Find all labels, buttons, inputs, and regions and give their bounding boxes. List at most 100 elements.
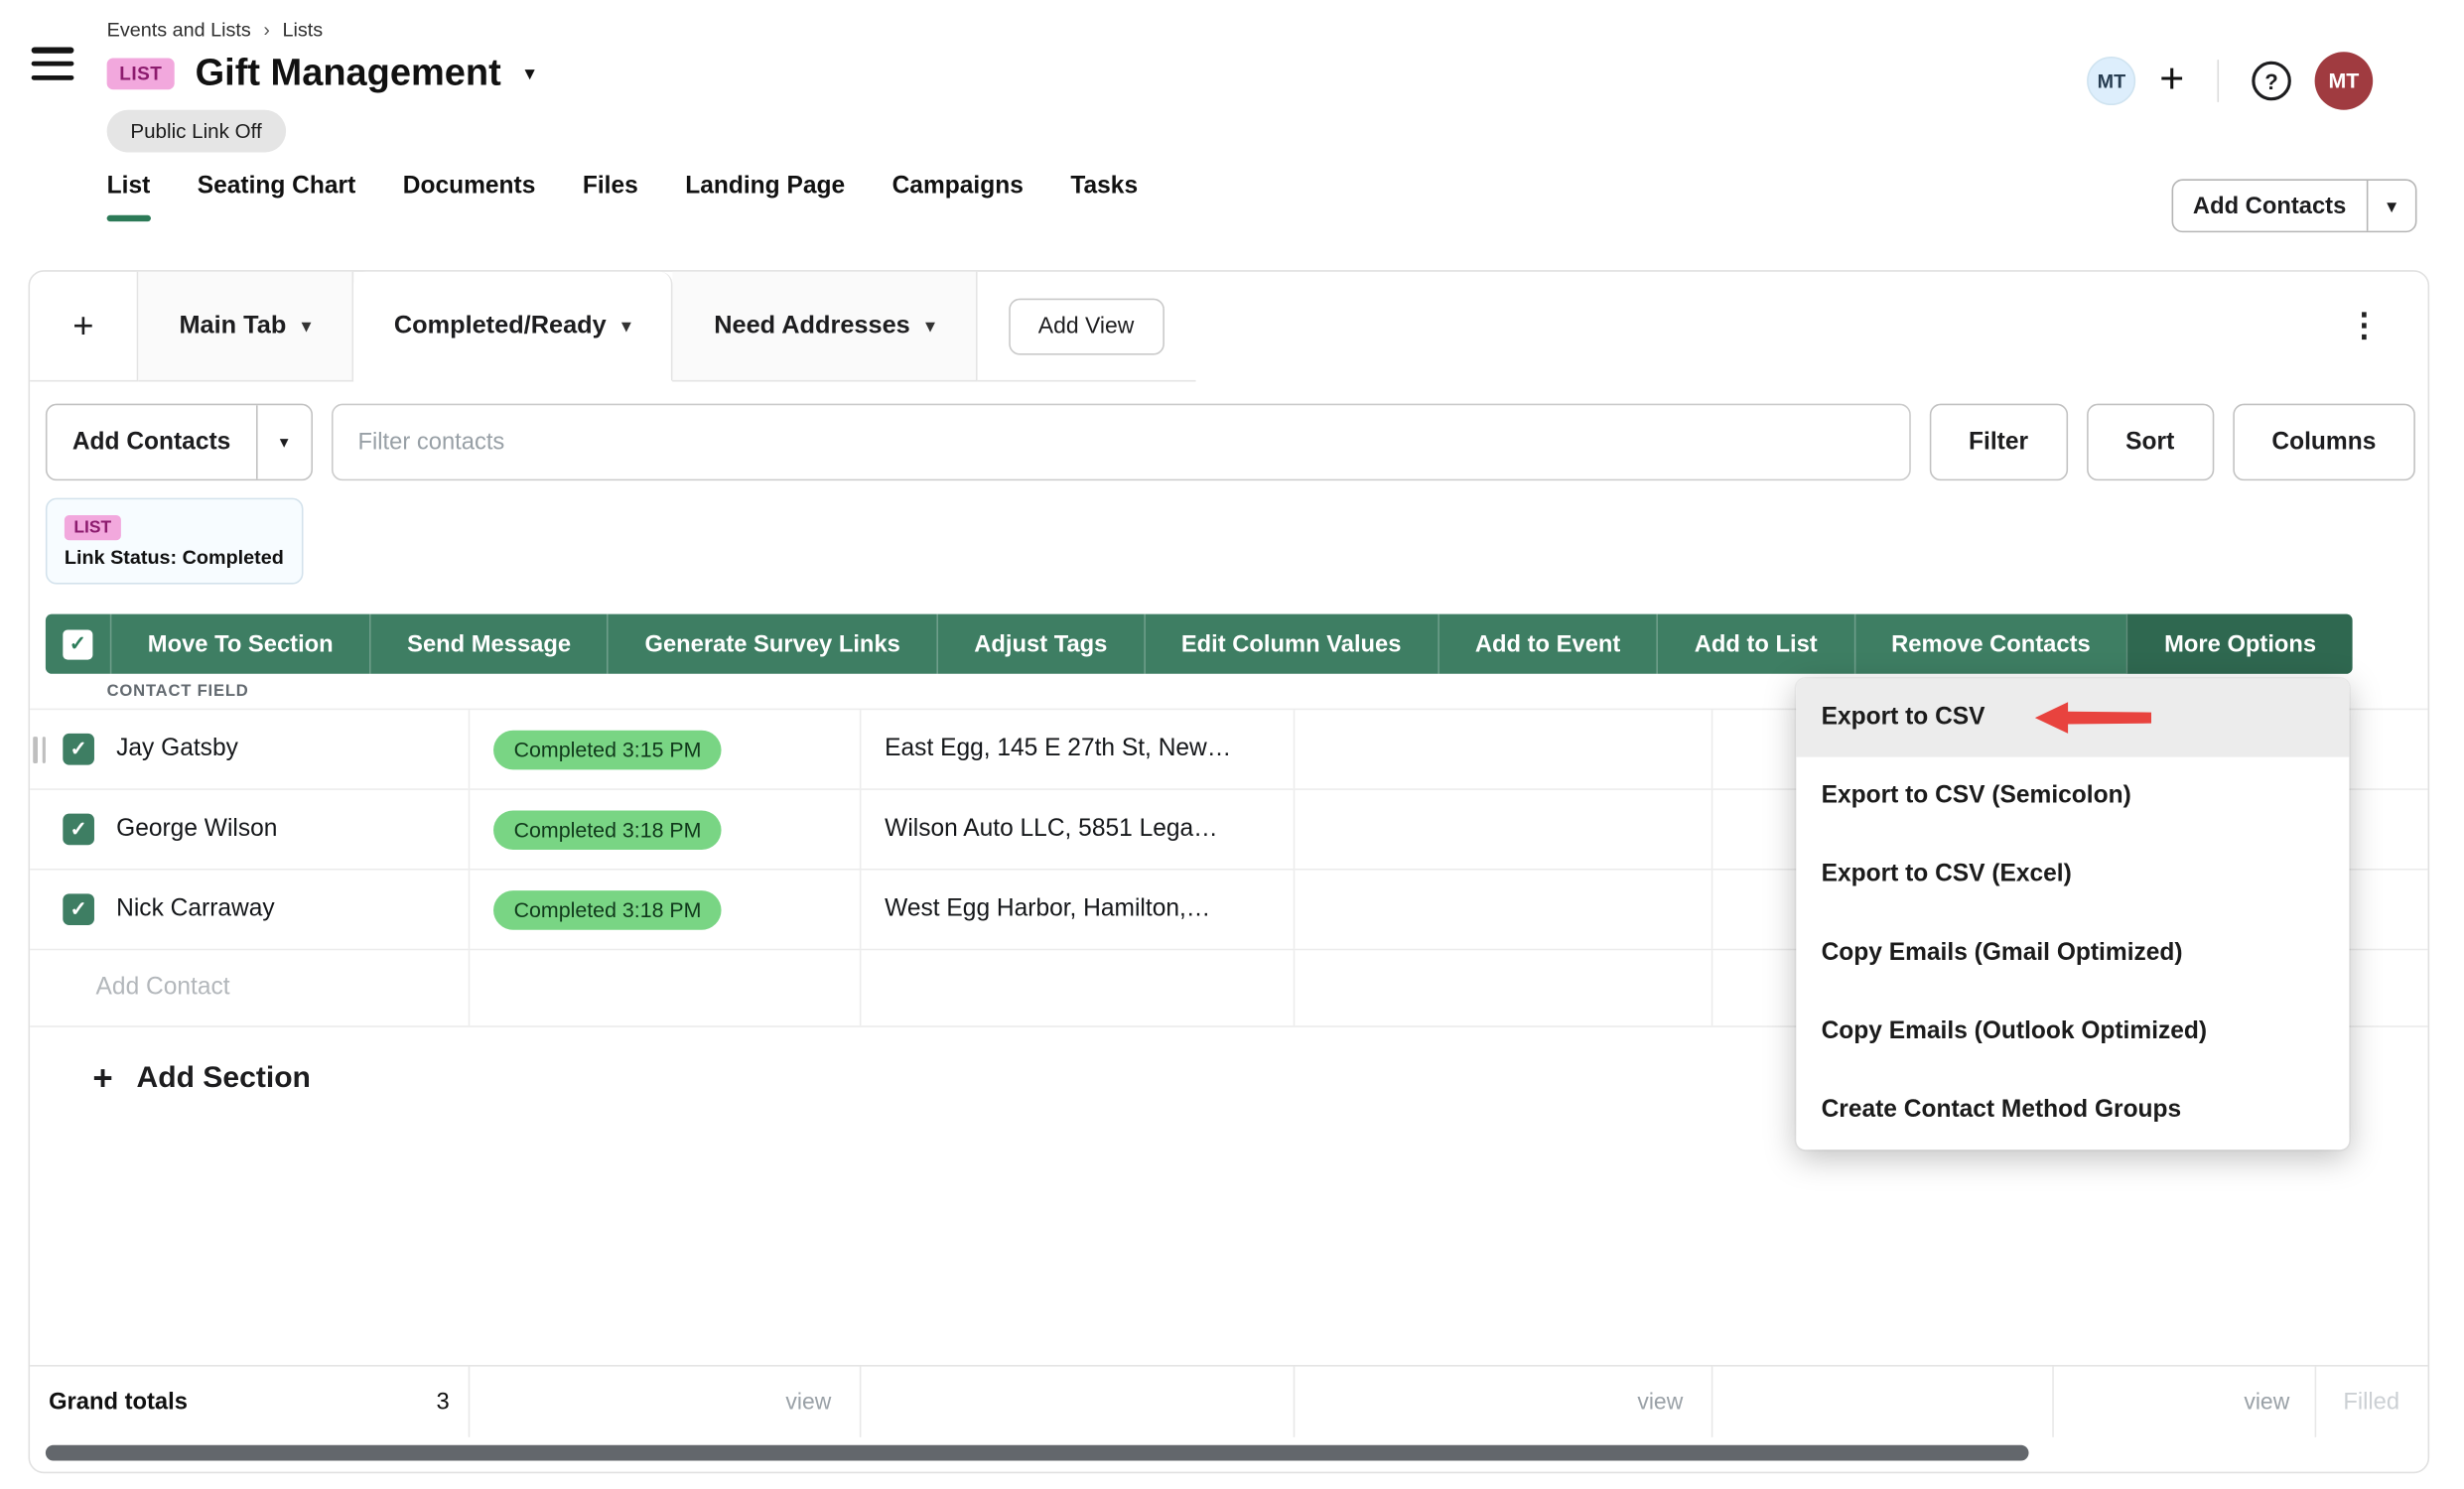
filled-total-label: Filled (2343, 1389, 2399, 1416)
add-contacts-label[interactable]: Add Contacts (47, 405, 255, 478)
view-totals-link[interactable]: view (1637, 1390, 1683, 1415)
menu-item-create-contact-method-groups[interactable]: Create Contact Method Groups (1796, 1071, 2349, 1150)
edit-column-values-button[interactable]: Edit Column Values (1144, 614, 1437, 674)
adjust-tags-button[interactable]: Adjust Tags (936, 614, 1144, 674)
filter-contacts-input[interactable] (332, 404, 1911, 481)
toolbar: Add Contacts ▾ Filter Sort Columns (46, 404, 2415, 481)
drag-handle-icon[interactable] (33, 737, 46, 763)
view-tab-caret-icon[interactable]: ▾ (302, 316, 311, 337)
add-contacts-caret-icon[interactable]: ▾ (2368, 181, 2414, 231)
page-title: Gift Management (196, 52, 501, 95)
menu-item-export-to-csv-excel[interactable]: Export to CSV (Excel) (1796, 836, 2349, 914)
add-section-label: Add Section (136, 1062, 310, 1097)
view-tab-caret-icon[interactable]: ▾ (622, 316, 631, 337)
view-tab-completed-ready[interactable]: Completed/Ready ▾ (353, 272, 673, 382)
add-contacts-button[interactable]: Add Contacts ▾ (46, 404, 313, 481)
grand-totals-row: Grand totals 3 view view view Filled (30, 1365, 2428, 1437)
contact-name: George Wilson (116, 815, 277, 843)
breadcrumb-events-and-lists[interactable]: Events and Lists (107, 19, 251, 41)
empty-cell (1294, 871, 1711, 949)
menu-item-copy-emails-outlook[interactable]: Copy Emails (Outlook Optimized) (1796, 993, 2349, 1071)
selection-action-bar: ✓ Move To Section Send Message Generate … (46, 614, 2353, 674)
add-view-button[interactable]: Add View (1009, 298, 1164, 354)
more-options-button[interactable]: More Options (2126, 614, 2352, 674)
empty-total-cell (1711, 1367, 2052, 1437)
menu-item-label: Export to CSV (Semicolon) (1822, 782, 2131, 810)
active-filter-chip[interactable]: LIST Link Status: Completed (46, 498, 303, 585)
sort-button[interactable]: Sort (2087, 404, 2214, 481)
empty-cell (469, 950, 860, 1025)
add-section-button[interactable]: + Add Section (92, 1062, 311, 1097)
nav-tab-campaigns[interactable]: Campaigns (892, 173, 1024, 221)
empty-total-cell (860, 1367, 1294, 1437)
generate-survey-links-button[interactable]: Generate Survey Links (608, 614, 937, 674)
chip-filter-text: Link Status: Completed (65, 547, 284, 569)
help-icon[interactable]: ? (2252, 62, 2291, 101)
scroll-area (30, 1437, 2428, 1472)
view-tab-main-tab[interactable]: Main Tab ▾ (138, 272, 352, 382)
add-section-plus-icon: + (92, 1062, 112, 1097)
add-contacts-caret-icon[interactable]: ▾ (257, 405, 311, 478)
workspace-avatar[interactable]: MT (2087, 57, 2135, 105)
add-contacts-button-top[interactable]: Add Contacts ▾ (2171, 179, 2417, 232)
filter-button[interactable]: Filter (1929, 404, 2067, 481)
list-type-badge: LIST (107, 59, 175, 90)
empty-cell (1294, 790, 1711, 869)
move-to-section-button[interactable]: Move To Section (110, 614, 369, 674)
row-checkbox[interactable]: ✓ (63, 893, 94, 925)
remove-contacts-button[interactable]: Remove Contacts (1853, 614, 2126, 674)
columns-button[interactable]: Columns (2233, 404, 2415, 481)
menu-item-copy-emails-gmail[interactable]: Copy Emails (Gmail Optimized) (1796, 914, 2349, 993)
menu-item-label: Export to CSV (Excel) (1822, 861, 2072, 888)
grand-totals-label: Grand totals (49, 1389, 188, 1416)
add-contacts-label[interactable]: Add Contacts (2172, 181, 2366, 231)
breadcrumb: Events and Lists › Lists (107, 19, 2464, 41)
add-to-event-button[interactable]: Add to Event (1437, 614, 1657, 674)
nav-tab-landing-page[interactable]: Landing Page (685, 173, 845, 221)
select-all-checkbox[interactable]: ✓ (63, 629, 92, 659)
contact-name-cell: ✓ Nick Carraway (30, 871, 469, 949)
contact-name-cell: ✓ Jay Gatsby (30, 710, 469, 788)
add-view-tab-icon[interactable]: + (30, 272, 138, 382)
header-divider (2217, 60, 2219, 102)
row-checkbox[interactable]: ✓ (63, 734, 94, 765)
add-workspace-icon[interactable]: + (2159, 58, 2184, 100)
contact-name: Nick Carraway (116, 895, 275, 923)
view-tab-need-addresses[interactable]: Need Addresses ▾ (673, 272, 977, 382)
status-badge: Completed 3:18 PM (493, 810, 722, 850)
address-cell: West Egg Harbor, Hamilton,… (860, 871, 1294, 949)
view-tab-label: Main Tab (179, 312, 286, 339)
breadcrumb-separator-icon: › (263, 19, 269, 41)
breadcrumb-lists[interactable]: Lists (282, 19, 323, 41)
menu-item-export-to-csv-semicolon[interactable]: Export to CSV (Semicolon) (1796, 757, 2349, 836)
send-message-button[interactable]: Send Message (369, 614, 607, 674)
nav-tab-seating-chart[interactable]: Seating Chart (198, 173, 356, 221)
status-badge: Completed 3:15 PM (493, 730, 722, 769)
add-contact-cell: Add Contact (30, 950, 469, 1025)
view-totals-link[interactable]: view (785, 1390, 831, 1415)
status-cell: Completed 3:15 PM (469, 710, 860, 788)
contact-name-cell: ✓ George Wilson (30, 790, 469, 869)
card-more-menu-icon[interactable]: ⋮ (2348, 307, 2381, 346)
nav-tab-documents[interactable]: Documents (403, 173, 536, 221)
title-dropdown-caret-icon[interactable]: ▾ (525, 62, 535, 86)
status-badge: Completed 3:18 PM (493, 889, 722, 929)
primary-nav: List Seating Chart Documents Files Landi… (107, 173, 2464, 221)
nav-tab-files[interactable]: Files (583, 173, 638, 221)
hamburger-menu-icon[interactable] (32, 47, 74, 79)
add-to-list-button[interactable]: Add to List (1657, 614, 1853, 674)
menu-item-label: Create Contact Method Groups (1822, 1096, 2182, 1124)
status-cell: Completed 3:18 PM (469, 871, 860, 949)
view-tab-caret-icon[interactable]: ▾ (926, 316, 935, 337)
empty-cell (1294, 710, 1711, 788)
add-contact-placeholder[interactable]: Add Contact (96, 974, 230, 1002)
public-link-status-pill[interactable]: Public Link Off (107, 110, 286, 153)
view-tab-label: Completed/Ready (394, 312, 607, 339)
row-checkbox[interactable]: ✓ (63, 814, 94, 846)
user-avatar[interactable]: MT (2315, 52, 2374, 110)
nav-tab-list[interactable]: List (107, 173, 151, 221)
menu-item-export-to-csv[interactable]: Export to CSV (1796, 679, 2349, 757)
nav-tab-tasks[interactable]: Tasks (1070, 173, 1138, 221)
horizontal-scrollbar[interactable] (46, 1445, 2029, 1461)
view-totals-link[interactable]: view (2244, 1390, 2289, 1415)
